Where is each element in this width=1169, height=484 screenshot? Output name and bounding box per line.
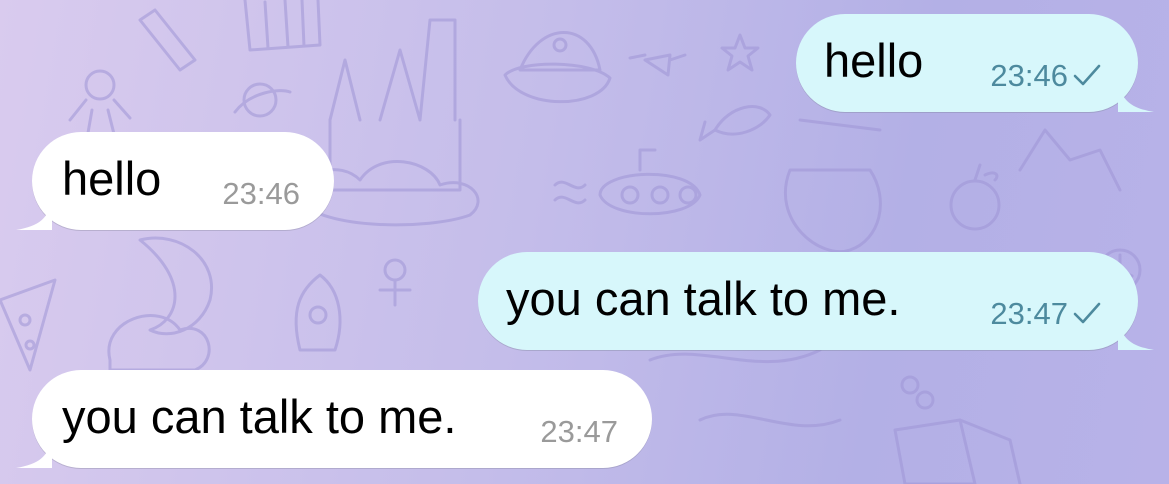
message-text: you can talk to me. xyxy=(506,271,901,325)
message-time: 23:46 xyxy=(222,176,300,211)
message-time: 23:46 xyxy=(990,58,1068,93)
check-icon xyxy=(1073,302,1101,324)
bubble-tail xyxy=(1118,320,1154,350)
bubble-tail xyxy=(16,200,52,230)
message-text: hello xyxy=(824,33,924,87)
message-bubble-incoming[interactable]: you can talk to me. 23:47 xyxy=(16,370,652,468)
message-text: hello xyxy=(62,151,162,205)
message-meta: 23:46 xyxy=(222,176,300,212)
check-icon xyxy=(1073,64,1101,86)
message-bubble-outgoing[interactable]: hello 23:46 xyxy=(796,14,1154,112)
message-time: 23:47 xyxy=(990,296,1068,331)
message-bubble-incoming[interactable]: hello 23:46 xyxy=(16,132,334,230)
message-bubble-outgoing[interactable]: you can talk to me. 23:47 xyxy=(478,252,1154,350)
bubble-tail xyxy=(1118,82,1154,112)
bubble-tail xyxy=(16,438,52,468)
message-meta: 23:47 xyxy=(540,414,618,450)
message-text: you can talk to me. xyxy=(62,389,457,443)
message-time: 23:47 xyxy=(540,414,618,449)
message-meta: 23:46 xyxy=(990,58,1104,94)
message-meta: 23:47 xyxy=(990,296,1104,332)
